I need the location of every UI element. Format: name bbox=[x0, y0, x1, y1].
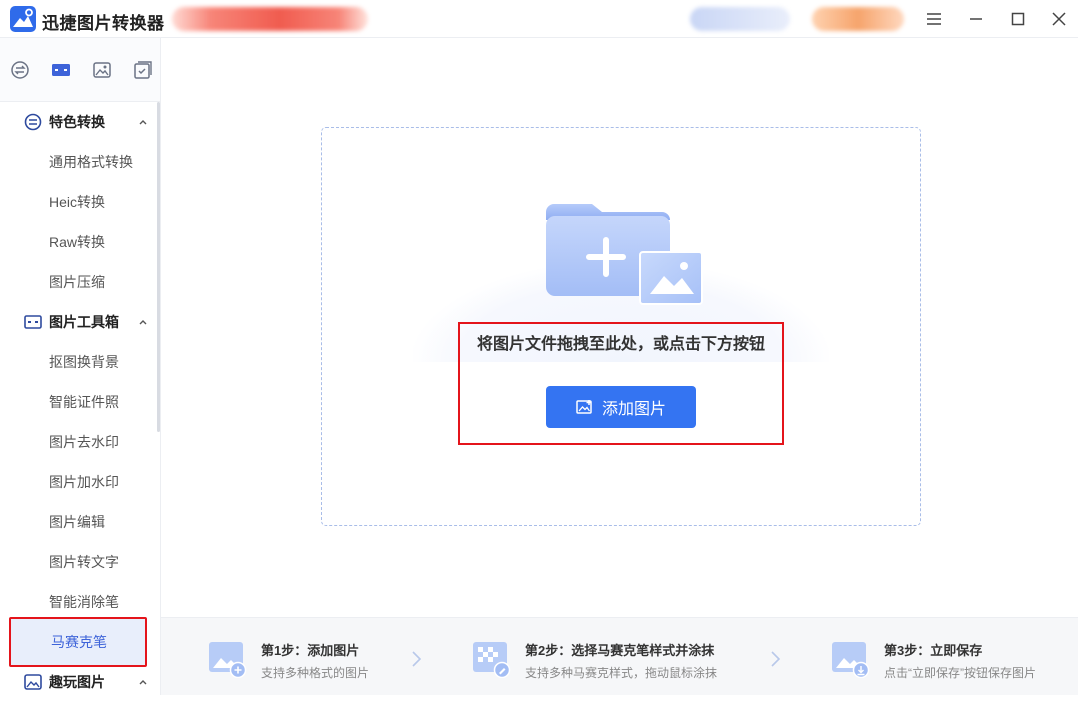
promo-banner[interactable] bbox=[172, 7, 368, 31]
step-1-desc: 支持多种格式的图片 bbox=[261, 666, 370, 680]
section-featured-convert[interactable]: 特色转换 bbox=[0, 102, 157, 142]
step-2-title: 第2步：选择马赛克笔样式并涂抹 bbox=[525, 643, 715, 658]
step-3-desc: 点击“立即保存”按钮保存图片 bbox=[884, 666, 1036, 680]
sidebar-item-cutout[interactable]: 抠图换背景 bbox=[0, 342, 157, 382]
section-label: 图片工具箱 bbox=[49, 314, 119, 330]
add-image-icon bbox=[576, 400, 592, 414]
add-image-label: 添加图片 bbox=[601, 401, 666, 418]
title-bar: 迅捷图片转换器 bbox=[0, 0, 1078, 38]
step-add-image-icon bbox=[209, 642, 247, 678]
folder-add-image-icon bbox=[546, 204, 703, 305]
sidebar-item-id-photo[interactable]: 智能证件照 bbox=[0, 382, 157, 422]
convert-icon bbox=[11, 60, 29, 79]
step-mosaic-icon bbox=[473, 642, 511, 678]
user-account-area[interactable] bbox=[690, 7, 790, 31]
close-icon bbox=[1052, 12, 1066, 26]
sidebar-tabs bbox=[0, 38, 160, 102]
app-title: 迅捷图片转换器 bbox=[42, 14, 165, 33]
sidebar-item-heic[interactable]: Heic转换 bbox=[0, 182, 157, 222]
section-image-toolbox[interactable]: 图片工具箱 bbox=[0, 302, 157, 342]
menu-icon bbox=[927, 13, 941, 25]
toolbox-icon bbox=[52, 63, 70, 76]
menu-button[interactable] bbox=[920, 5, 948, 33]
sidebar-item-general-format[interactable]: 通用格式转换 bbox=[0, 142, 157, 182]
toolbox-icon bbox=[24, 313, 42, 331]
sidebar-item-raw[interactable]: Raw转换 bbox=[0, 222, 157, 262]
add-image-button[interactable]: 添加图片 bbox=[546, 386, 696, 428]
step-3-title: 第3步：立即保存 bbox=[884, 643, 983, 658]
maximize-icon bbox=[1011, 12, 1025, 26]
vip-button[interactable] bbox=[812, 7, 904, 31]
minimize-button[interactable] bbox=[962, 5, 990, 33]
drop-hint-text: 将图片文件拖拽至此处，或点击下方按钮 bbox=[476, 336, 765, 353]
tab-toolbox[interactable] bbox=[50, 59, 72, 81]
image-icon bbox=[93, 61, 111, 78]
sidebar-item-add-watermark[interactable]: 图片加水印 bbox=[0, 462, 157, 502]
step-1-title: 第1步：添加图片 bbox=[261, 643, 360, 658]
sidebar-item-remove-watermark[interactable]: 图片去水印 bbox=[0, 422, 157, 462]
chevron-up-icon bbox=[139, 120, 147, 125]
step-save-icon bbox=[832, 642, 870, 678]
step-2-desc: 支持多种马赛克样式，拖动鼠标涂抹 bbox=[525, 666, 718, 680]
tab-tasks[interactable] bbox=[132, 59, 154, 81]
chevron-up-icon bbox=[139, 680, 147, 685]
image-icon bbox=[24, 673, 42, 691]
steps-bar: 第1步：添加图片 支持多种格式的图片 第2步：选择马赛克笔样式并涂抹 支持多种马… bbox=[161, 617, 1078, 695]
sidebar-item-compress[interactable]: 图片压缩 bbox=[0, 262, 157, 302]
chevron-right-icon bbox=[412, 651, 422, 667]
sidebar-item-mosaic[interactable]: 马赛克笔 bbox=[9, 617, 147, 667]
checklist-icon bbox=[134, 60, 152, 79]
sidebar-item-ocr[interactable]: 图片转文字 bbox=[0, 542, 157, 582]
app-logo-icon bbox=[10, 6, 36, 32]
section-fun-image[interactable]: 趣玩图片 bbox=[0, 662, 157, 702]
chevron-right-icon bbox=[771, 651, 781, 667]
close-button[interactable] bbox=[1045, 5, 1073, 33]
chevron-up-icon bbox=[139, 320, 147, 325]
maximize-button[interactable] bbox=[1004, 5, 1032, 33]
minimize-icon bbox=[970, 18, 982, 20]
section-label: 趣玩图片 bbox=[49, 674, 105, 690]
tab-convert[interactable] bbox=[9, 59, 31, 81]
sidebar-scrollbar[interactable] bbox=[157, 102, 160, 432]
sidebar: 特色转换 通用格式转换 Heic转换 Raw转换 图片压缩 图片工具箱 抠图换背… bbox=[0, 38, 161, 695]
tab-fun-image[interactable] bbox=[91, 59, 113, 81]
sidebar-item-edit[interactable]: 图片编辑 bbox=[0, 502, 157, 542]
section-label: 特色转换 bbox=[49, 114, 105, 130]
convert-icon bbox=[24, 113, 42, 131]
sidebar-item-eraser[interactable]: 智能消除笔 bbox=[0, 582, 157, 622]
